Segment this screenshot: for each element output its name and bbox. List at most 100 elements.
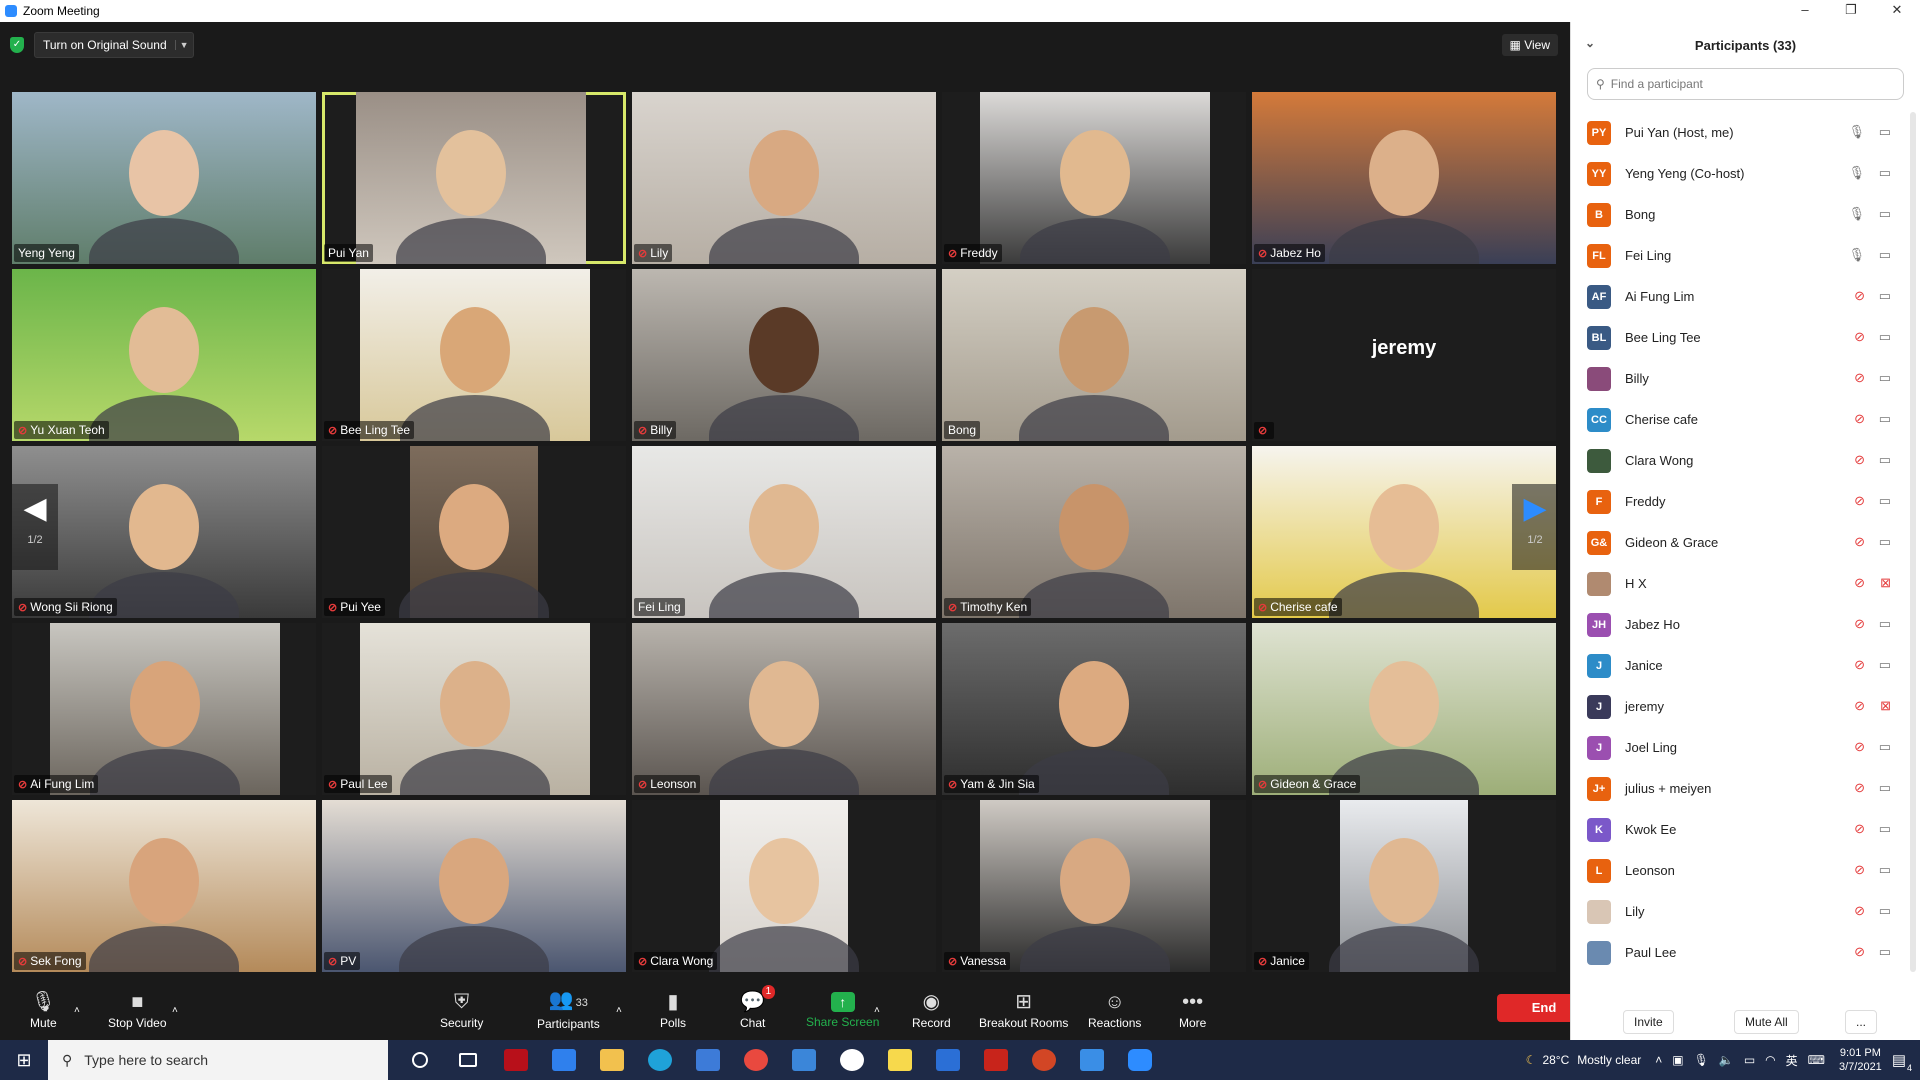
more-button[interactable]: ••• More	[1179, 980, 1206, 1040]
participant-search-input[interactable]: ⚲ Find a participant	[1587, 68, 1904, 100]
video-tile[interactable]: ⊘ Leonson	[632, 623, 936, 795]
participant-row[interactable]: Clara Wong ⊘ ▭	[1571, 440, 1903, 481]
muted-mic-icon[interactable]: ⊘	[1854, 657, 1865, 673]
participant-row[interactable]: CC Cherise cafe ⊘ ▭	[1571, 399, 1903, 440]
store-icon[interactable]	[684, 1040, 732, 1080]
close-button[interactable]: ✕	[1874, 0, 1920, 22]
input-method-icon[interactable]: 英	[1786, 1052, 1798, 1069]
video-tile[interactable]: Fei Ling	[632, 446, 936, 618]
video-tile[interactable]: ⊘ Clara Wong	[632, 800, 936, 972]
muted-mic-icon[interactable]: ⊘	[1854, 698, 1865, 714]
microphone-icon[interactable]: 🎙	[1848, 206, 1865, 222]
video-tile[interactable]: ⊘ Pui Yee	[322, 446, 626, 618]
participants-options-chevron-icon[interactable]: ˄	[616, 980, 622, 1040]
participant-row[interactable]: Lily ⊘ ▭	[1571, 891, 1903, 932]
muted-mic-icon[interactable]: ⊘	[1854, 493, 1865, 509]
participant-list-scrollbar[interactable]	[1910, 112, 1916, 972]
participant-row[interactable]: F Freddy ⊘ ▭	[1571, 481, 1903, 522]
taskbar-search-box[interactable]: ⚲ Type here to search	[48, 1040, 388, 1080]
stop-video-button[interactable]: ■ Stop Video	[108, 980, 167, 1040]
zoom-taskbar-icon[interactable]	[1116, 1040, 1164, 1080]
meet-now-icon[interactable]: ▣	[1672, 1053, 1683, 1067]
muted-mic-icon[interactable]: ⊘	[1854, 411, 1865, 427]
video-tile[interactable]: Bong	[942, 269, 1246, 441]
system-clock[interactable]: 9:01 PM 3/7/2021	[1839, 1046, 1882, 1074]
video-tile[interactable]: ⊘ Timothy Ken	[942, 446, 1246, 618]
participant-row[interactable]: FL Fei Ling 🎙 ▭	[1571, 235, 1903, 276]
windows-start-icon[interactable]: ⊞	[0, 1040, 48, 1080]
record-button[interactable]: ◉ Record	[912, 980, 951, 1040]
video-tile[interactable]: jeremy ⊘	[1252, 269, 1556, 441]
video-options-chevron-icon[interactable]: ˄	[172, 980, 178, 1040]
polls-button[interactable]: ▮ Polls	[660, 980, 686, 1040]
video-tile[interactable]: ⊘ Gideon & Grace	[1252, 623, 1556, 795]
participant-row[interactable]: G& Gideon & Grace ⊘ ▭	[1571, 522, 1903, 563]
video-tile[interactable]: ⊘ Vanessa	[942, 800, 1246, 972]
vscode-icon[interactable]	[540, 1040, 588, 1080]
mute-button[interactable]: 🎙 Mute	[30, 980, 57, 1040]
security-button[interactable]: ⛨ Security	[440, 980, 483, 1040]
video-tile[interactable]: ⊘ Sek Fong	[12, 800, 316, 972]
video-tile[interactable]: ⊘ Paul Lee	[322, 623, 626, 795]
video-tile[interactable]: Pui Yan	[322, 92, 626, 264]
muted-mic-icon[interactable]: ⊘	[1854, 862, 1865, 878]
participant-row[interactable]: BL Bee Ling Tee ⊘ ▭	[1571, 317, 1903, 358]
video-tile[interactable]: ⊘ Jabez Ho	[1252, 92, 1556, 264]
media-player-icon[interactable]	[1068, 1040, 1116, 1080]
muted-mic-icon[interactable]: ⊘	[1854, 616, 1865, 632]
muted-mic-icon[interactable]: ⊘	[1854, 288, 1865, 304]
muted-mic-icon[interactable]: ⊘	[1854, 329, 1865, 345]
mail-icon[interactable]	[780, 1040, 828, 1080]
edge-browser-icon[interactable]	[636, 1040, 684, 1080]
microphone-icon[interactable]: 🎙	[1848, 247, 1865, 263]
video-tile[interactable]: ⊘ Lily	[632, 92, 936, 264]
participant-row[interactable]: K Kwok Ee ⊘ ▭	[1571, 809, 1903, 850]
filezilla-icon[interactable]	[972, 1040, 1020, 1080]
volume-icon[interactable]: 🔈	[1719, 1053, 1734, 1067]
muted-mic-icon[interactable]: ⊘	[1854, 370, 1865, 386]
breakout-rooms-button[interactable]: ⊞ Breakout Rooms	[979, 980, 1068, 1040]
xbox-icon[interactable]	[828, 1040, 876, 1080]
tray-chevron-icon[interactable]: ˄	[1655, 1053, 1662, 1067]
participant-row[interactable]: J+ julius + meiyen ⊘ ▭	[1571, 768, 1903, 809]
muted-mic-icon[interactable]: ⊘	[1854, 821, 1865, 837]
word-icon[interactable]	[924, 1040, 972, 1080]
share-options-chevron-icon[interactable]: ˄	[874, 980, 880, 1040]
original-sound-button[interactable]: Turn on Original Sound ▼	[34, 32, 194, 58]
participant-row[interactable]: L Leonson ⊘ ▭	[1571, 850, 1903, 891]
view-button[interactable]: ▦ View	[1501, 34, 1558, 56]
share-screen-button[interactable]: ↑ Share Screen	[806, 980, 879, 1040]
muted-mic-icon[interactable]: ⊘	[1854, 739, 1865, 755]
participant-row[interactable]: Billy ⊘ ▭	[1571, 358, 1903, 399]
participant-row[interactable]: J Joel Ling ⊘ ▭	[1571, 727, 1903, 768]
chevron-down-icon[interactable]: ▼	[174, 40, 193, 50]
video-tile[interactable]: ⊘ Yam & Jin Sia	[942, 623, 1246, 795]
participant-row[interactable]: B Bong 🎙 ▭	[1571, 194, 1903, 235]
sticky-notes-icon[interactable]	[876, 1040, 924, 1080]
chat-button[interactable]: 💬 1 Chat	[740, 980, 776, 1040]
video-tile[interactable]: ⊘ Billy	[632, 269, 936, 441]
video-tile[interactable]: ⊘ PV	[322, 800, 626, 972]
participant-row[interactable]: J Janice ⊘ ▭	[1571, 645, 1903, 686]
notification-center-icon[interactable]: ▤ 4	[1892, 1051, 1912, 1073]
participant-row[interactable]: AF Ai Fung Lim ⊘ ▭	[1571, 276, 1903, 317]
audio-options-chevron-icon[interactable]: ˄	[74, 980, 80, 1040]
weather-temperature[interactable]: 28°C	[1542, 1053, 1569, 1067]
video-tile[interactable]: ⊘ Bee Ling Tee	[322, 269, 626, 441]
encryption-shield-icon[interactable]: ✓	[10, 37, 24, 53]
muted-mic-icon[interactable]: ⊘	[1854, 944, 1865, 960]
collapse-chevron-icon[interactable]: ⌄	[1585, 36, 1595, 50]
next-page-button[interactable]: ▶ 1/2	[1512, 484, 1558, 570]
participant-row[interactable]: H X ⊘ ⊠	[1571, 563, 1903, 604]
battery-icon[interactable]: ▭	[1744, 1053, 1755, 1067]
muted-mic-icon[interactable]: ⊘	[1854, 575, 1865, 591]
mute-all-button[interactable]: Mute All	[1734, 1010, 1799, 1034]
video-tile[interactable]: ⊘ Freddy	[942, 92, 1246, 264]
participant-row[interactable]: JH Jabez Ho ⊘ ▭	[1571, 604, 1903, 645]
minimize-button[interactable]: –	[1782, 0, 1828, 22]
invite-button[interactable]: Invite	[1623, 1010, 1674, 1034]
participant-row[interactable]: PY Pui Yan (Host, me) 🎙 ▭	[1571, 112, 1903, 153]
restore-button[interactable]: ❐	[1828, 0, 1874, 22]
file-explorer-icon[interactable]	[588, 1040, 636, 1080]
task-view-icon[interactable]	[444, 1040, 492, 1080]
